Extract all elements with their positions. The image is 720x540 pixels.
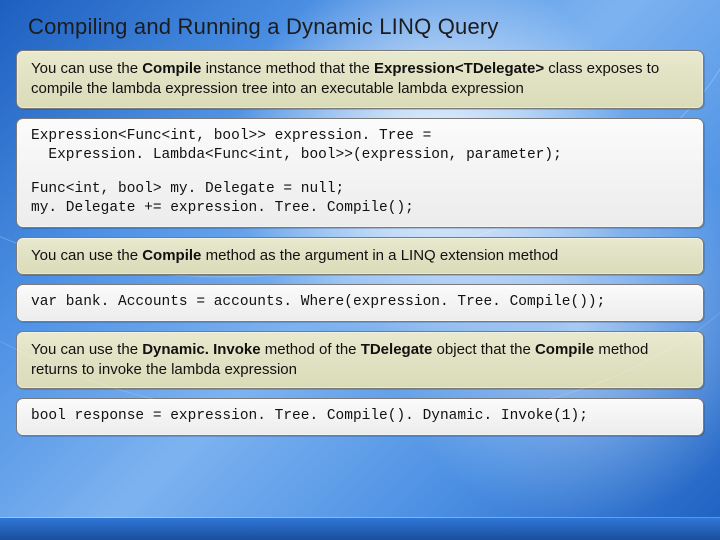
code-line: my. Delegate += expression. Tree. Compil… [31, 199, 689, 219]
text: class exposes to compile the lambda expr… [31, 60, 659, 97]
text: You can use the [31, 247, 142, 264]
text: You can use the [31, 341, 142, 358]
desc-block-3: You can use the Dynamic. Invoke method o… [16, 331, 704, 390]
code-line: var bank. Accounts = accounts. Where(exp… [31, 293, 689, 313]
code-line: Expression<Func<int, bool>> expression. … [31, 127, 689, 147]
bold-tdelegate: TDelegate [361, 341, 433, 358]
text: instance method that the [201, 60, 374, 77]
bold-compile: Compile [535, 341, 594, 358]
code-block-3: bool response = expression. Tree. Compil… [16, 398, 704, 436]
code-line: Func<int, bool> my. Delegate = null; [31, 180, 689, 200]
code-line: bool response = expression. Tree. Compil… [31, 407, 689, 427]
footer-bar [0, 518, 720, 540]
code-blank-line [31, 166, 689, 180]
code-line: Expression. Lambda<Func<int, bool>>(expr… [31, 146, 689, 166]
bold-compile: Compile [142, 60, 201, 77]
bold-compile: Compile [142, 247, 201, 264]
text: method returns to invoke the lambda expr… [31, 341, 648, 378]
desc-block-2: You can use the Compile method as the ar… [16, 237, 704, 275]
text: method of the [261, 341, 361, 358]
text: You can use the [31, 60, 142, 77]
code-block-1: Expression<Func<int, bool>> expression. … [16, 118, 704, 228]
bold-dynamic-invoke: Dynamic. Invoke [142, 341, 260, 358]
slide-title: Compiling and Running a Dynamic LINQ Que… [28, 14, 704, 40]
slide: Compiling and Running a Dynamic LINQ Que… [0, 0, 720, 540]
text: method as the argument in a LINQ extensi… [201, 247, 558, 264]
text: object that the [432, 341, 535, 358]
desc-block-1: You can use the Compile instance method … [16, 50, 704, 109]
code-block-2: var bank. Accounts = accounts. Where(exp… [16, 284, 704, 322]
bold-expression-tdelegate: Expression<TDelegate> [374, 60, 544, 77]
